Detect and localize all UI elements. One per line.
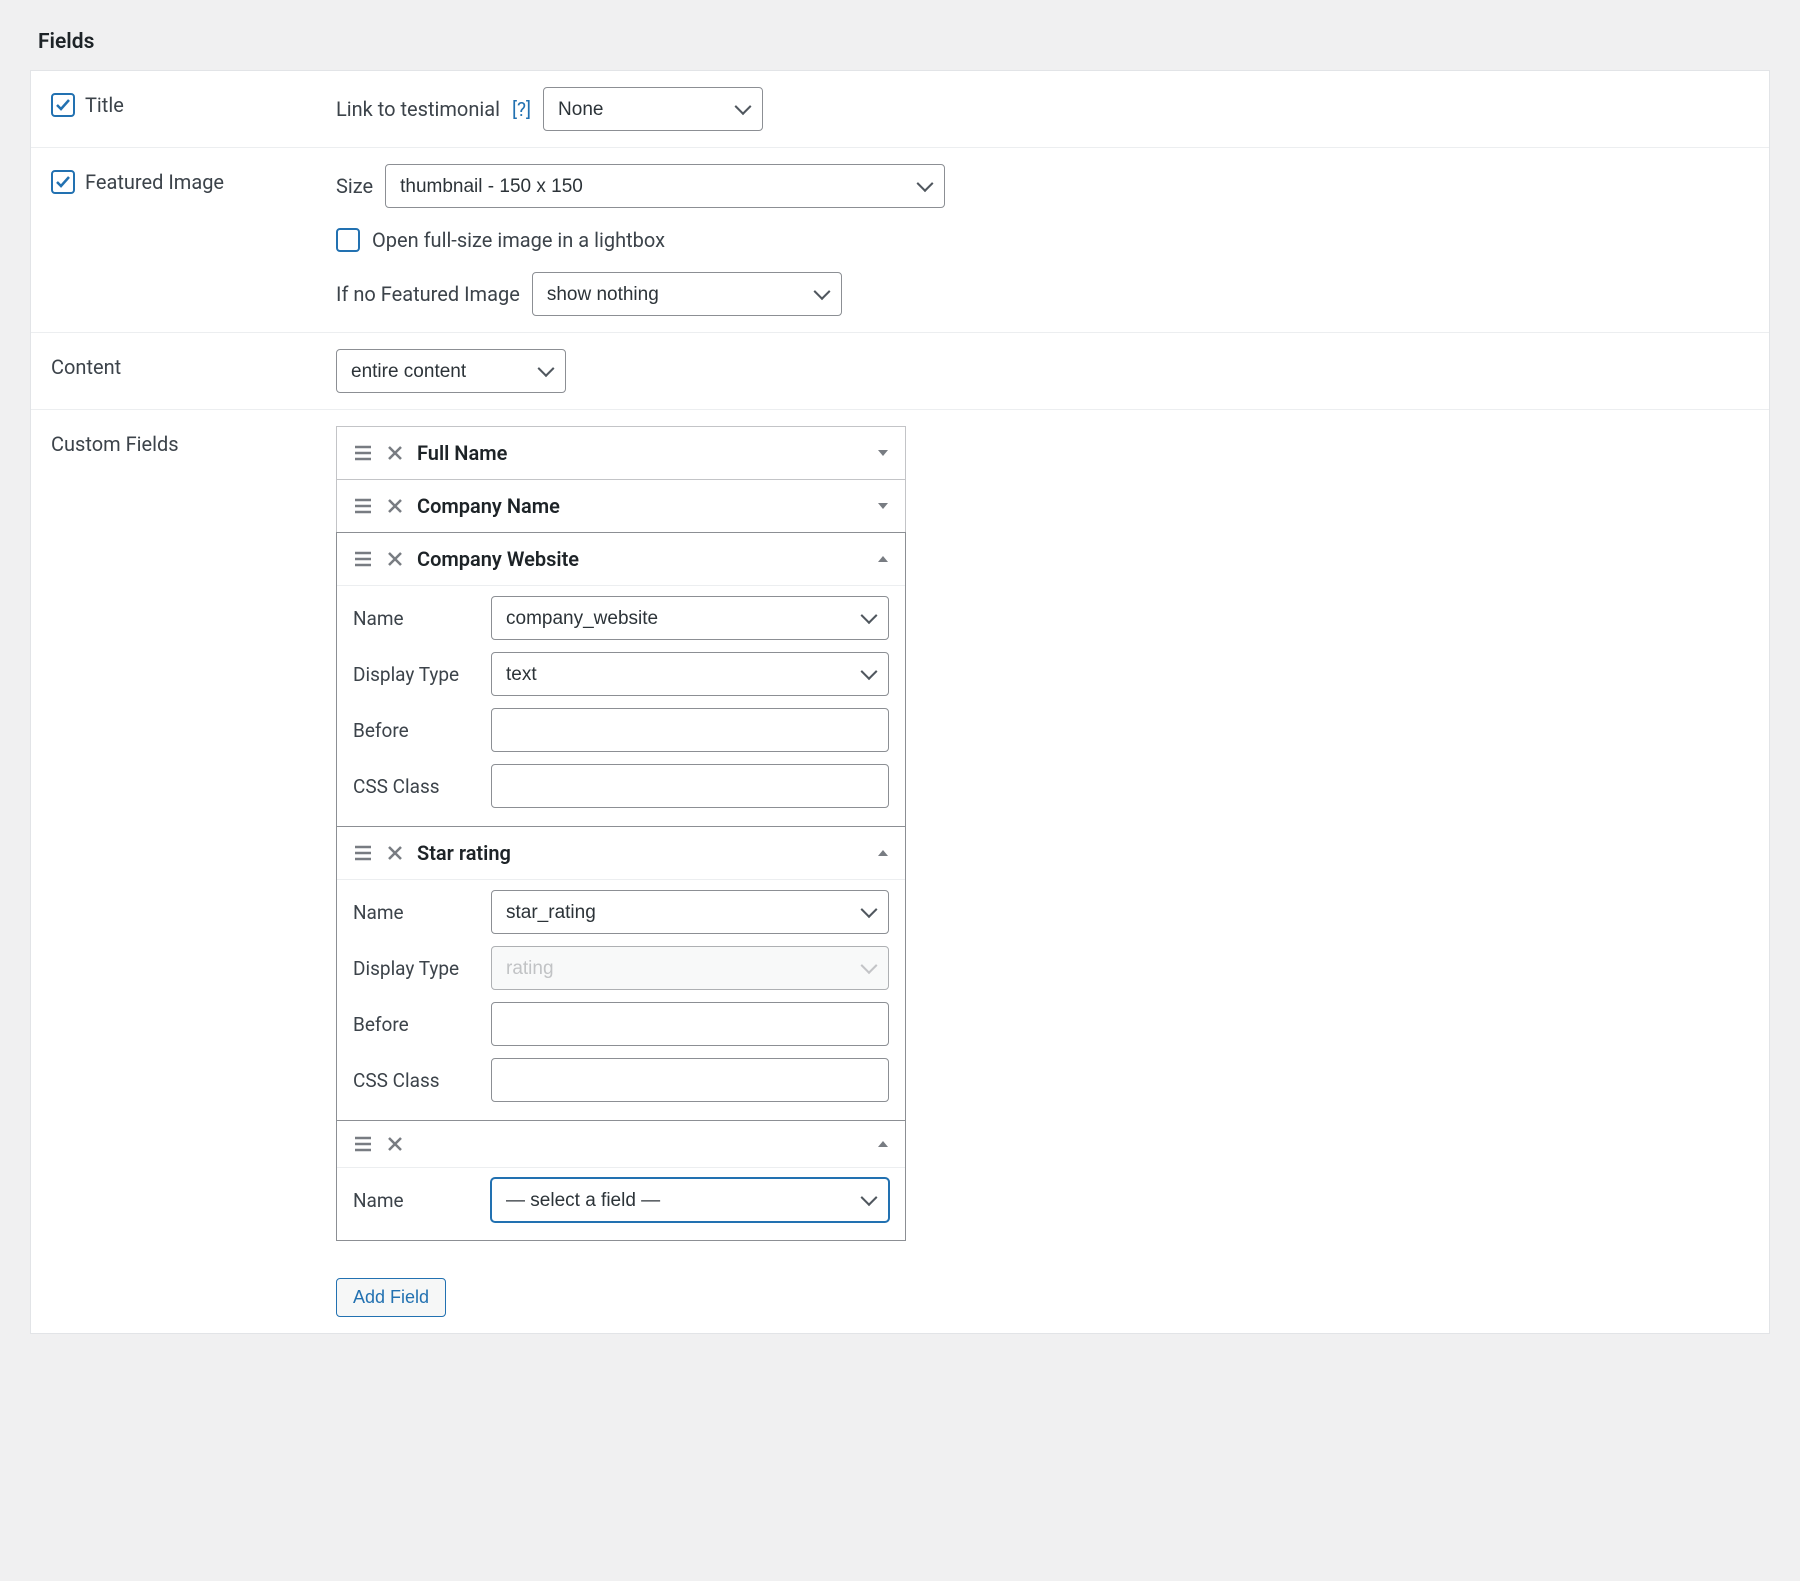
custom-field-card: Name — select a field — [336, 1120, 906, 1241]
remove-field-icon[interactable] [387, 498, 403, 514]
custom-field-body: Name star_rating Display Type rating Before C… [337, 879, 905, 1120]
custom-field-body: Name company_website Display Type text Befor… [337, 585, 905, 826]
drag-handle-icon[interactable] [353, 550, 373, 568]
remove-field-icon[interactable] [387, 845, 403, 861]
cf-name-select[interactable]: company_website [491, 596, 889, 640]
row-content: Content entire content [31, 333, 1769, 410]
lightbox-label: Open full-size image in a lightbox [372, 228, 665, 252]
cf-css-class-label: CSS Class [353, 1069, 481, 1092]
link-to-testimonial-select[interactable]: None [543, 87, 763, 131]
toggle-icon[interactable] [877, 1139, 889, 1149]
cf-css-class-input[interactable] [491, 764, 889, 808]
drag-handle-icon[interactable] [353, 1135, 373, 1153]
content-select[interactable]: entire content [336, 349, 566, 393]
custom-field-title: Star rating [417, 841, 863, 865]
featured-image-checkbox[interactable] [51, 170, 75, 194]
drag-handle-icon[interactable] [353, 497, 373, 515]
remove-field-icon[interactable] [387, 445, 403, 461]
cf-before-label: Before [353, 1013, 481, 1036]
cf-display-type-select: rating [491, 946, 889, 990]
cf-display-type-label: Display Type [353, 957, 481, 980]
cf-display-type-label: Display Type [353, 663, 481, 686]
content-label: Content [51, 355, 121, 379]
fields-panel: Title Link to testimonial [?] None Featu… [30, 70, 1770, 1334]
custom-field-title: Full Name [417, 441, 863, 465]
toggle-icon[interactable] [877, 848, 889, 858]
cf-display-type-select[interactable]: text [491, 652, 889, 696]
custom-field-header[interactable]: Star rating [337, 827, 905, 879]
row-custom-fields: Custom Fields Full Name Company Name Compa… [31, 410, 1769, 1333]
remove-field-icon[interactable] [387, 551, 403, 567]
help-link[interactable]: [?] [512, 98, 531, 121]
drag-handle-icon[interactable] [353, 444, 373, 462]
fallback-select[interactable]: show nothing [532, 272, 842, 316]
custom-field-title: Company Website [417, 547, 863, 571]
cf-css-class-label: CSS Class [353, 775, 481, 798]
custom-field-title: Company Name [417, 494, 863, 518]
custom-field-header[interactable] [337, 1121, 905, 1167]
cf-name-select[interactable]: — select a field — [491, 1178, 889, 1222]
cf-name-label: Name [353, 901, 481, 924]
row-title: Title Link to testimonial [?] None [31, 71, 1769, 148]
title-label: Title [85, 93, 124, 117]
fallback-label: If no Featured Image [336, 282, 520, 306]
custom-fields-label: Custom Fields [51, 432, 179, 456]
cf-name-select[interactable]: star_rating [491, 890, 889, 934]
title-checkbox[interactable] [51, 93, 75, 117]
cf-name-label: Name [353, 607, 481, 630]
panel-title: Fields [30, 30, 1770, 54]
cf-name-label: Name [353, 1189, 481, 1212]
custom-fields-list: Full Name Company Name Company Website Name… [336, 426, 906, 1240]
lightbox-checkbox[interactable] [336, 228, 360, 252]
cf-before-input[interactable] [491, 1002, 889, 1046]
remove-field-icon[interactable] [387, 1136, 403, 1152]
custom-field-card: Company Name [336, 479, 906, 533]
custom-field-header[interactable]: Company Name [337, 480, 905, 532]
custom-field-card: Company Website Name company_website Displa… [336, 532, 906, 827]
link-to-testimonial-label: Link to testimonial [336, 97, 500, 121]
size-select[interactable]: thumbnail - 150 x 150 [385, 164, 945, 208]
row-featured-image: Featured Image Size thumbnail - 150 x 15… [31, 148, 1769, 333]
custom-field-header[interactable]: Company Website [337, 533, 905, 585]
toggle-icon[interactable] [877, 501, 889, 511]
custom-field-card: Full Name [336, 426, 906, 480]
featured-image-label: Featured Image [85, 170, 224, 194]
drag-handle-icon[interactable] [353, 844, 373, 862]
toggle-icon[interactable] [877, 554, 889, 564]
custom-field-body: Name — select a field — [337, 1167, 905, 1240]
cf-before-label: Before [353, 719, 481, 742]
add-field-button[interactable]: Add Field [336, 1278, 446, 1317]
cf-css-class-input[interactable] [491, 1058, 889, 1102]
toggle-icon[interactable] [877, 448, 889, 458]
custom-field-card: Star rating Name star_rating Display Type ra… [336, 826, 906, 1121]
cf-before-input[interactable] [491, 708, 889, 752]
custom-field-header[interactable]: Full Name [337, 427, 905, 479]
size-label: Size [336, 174, 373, 198]
